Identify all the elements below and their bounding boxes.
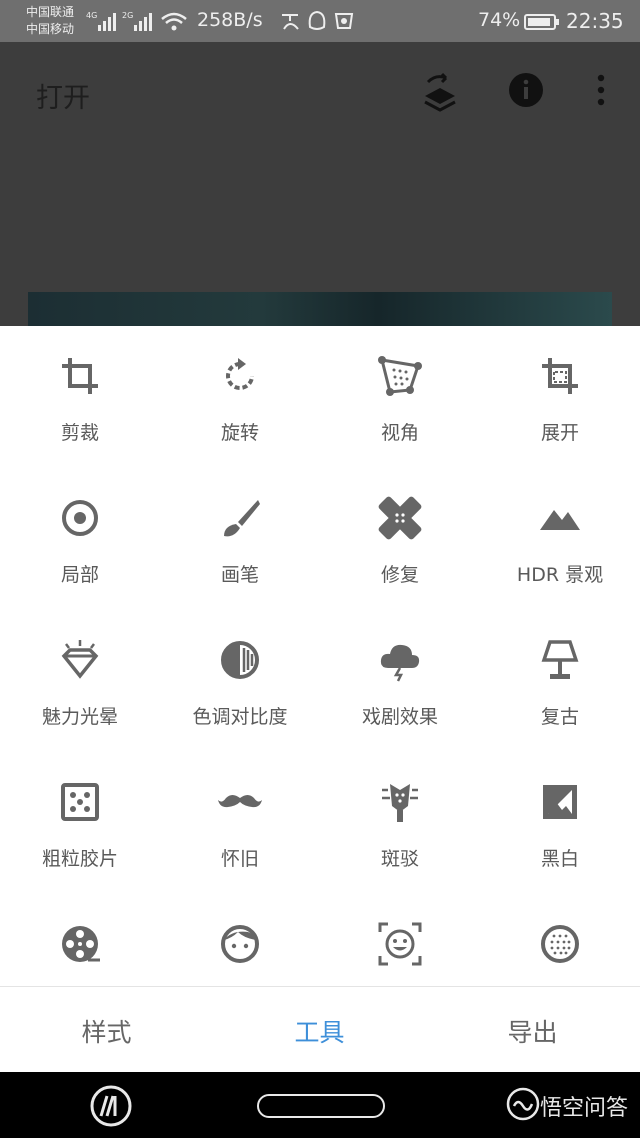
tool-label: 视角 [380, 422, 419, 444]
healing-icon [378, 496, 422, 540]
grunge-guitar-icon [382, 784, 418, 822]
battery-icon [524, 14, 559, 30]
glamour-diamond-icon [61, 640, 99, 679]
app-bar-overlay[interactable]: 打开 [0, 42, 640, 326]
tool-label: 展开 [540, 422, 579, 444]
retrolux-mustache-icon [218, 795, 262, 808]
photo-preview [28, 292, 612, 326]
tool-label: 剪裁 [60, 422, 99, 444]
grainy-film-icon [61, 783, 99, 821]
brush-icon [224, 500, 260, 537]
tool-brush[interactable]: 画笔 [160, 468, 320, 610]
tool-grunge[interactable]: 斑驳 [320, 752, 480, 894]
tool-rotate[interactable]: 旋转 [160, 326, 320, 468]
tool-hdr[interactable]: HDR 景观 [480, 468, 640, 610]
tool-face-pose[interactable] [320, 894, 480, 986]
selective-icon [62, 500, 98, 536]
tool-film[interactable] [0, 894, 160, 986]
tool-drama[interactable]: 戏剧效果 [320, 610, 480, 752]
tools-grid: 剪裁 旋转 视角 展开 局部 画笔 修复 HDR 景观 魅力光晕 色调对比度 戏… [0, 326, 640, 986]
tool-label: 旋转 [220, 422, 259, 444]
crop-icon [62, 358, 98, 394]
carrier-1: 中国联通 [26, 5, 75, 19]
tool-label: 画笔 [220, 564, 259, 586]
tool-label: 粗粒胶片 [41, 848, 118, 870]
tool-label: 黑白 [540, 848, 579, 870]
clock: 22:35 [566, 9, 624, 33]
black-white-icon [543, 785, 577, 819]
tool-label: HDR 景观 [516, 564, 604, 586]
more-vert-icon[interactable] [594, 72, 608, 108]
tool-label: 修复 [380, 564, 419, 586]
notification-icons [282, 10, 354, 30]
tool-tonal-contrast[interactable]: 色调对比度 [160, 610, 320, 752]
tool-label: 色调对比度 [192, 706, 288, 728]
hdr-mountain-icon [540, 510, 580, 530]
tab-styles[interactable]: 样式 [0, 1013, 213, 1049]
open-button[interactable]: 打开 [36, 76, 90, 115]
perspective-icon [378, 356, 422, 396]
bottom-tab-bar: 样式 工具 导出 [0, 986, 640, 1072]
tool-vintage[interactable]: 复古 [480, 610, 640, 752]
system-nav-bar: 悟空问答 [0, 1072, 640, 1138]
carrier-info: 中国联通 中国移动 [26, 4, 74, 38]
film-reel-icon [62, 926, 100, 962]
info-icon[interactable] [508, 72, 544, 108]
tool-black-white[interactable]: 黑白 [480, 752, 640, 894]
tool-lens-blur[interactable] [480, 894, 640, 986]
tool-healing[interactable]: 修复 [320, 468, 480, 610]
tool-label: 斑驳 [380, 848, 419, 870]
battery-percent: 74% [478, 9, 521, 31]
tool-retrolux[interactable]: 怀旧 [160, 752, 320, 894]
carrier-2: 中国移动 [26, 22, 75, 36]
vintage-lamp-icon [541, 640, 579, 679]
rotate-icon [226, 358, 254, 390]
signal-wifi-icons: 4G 2G [86, 11, 187, 31]
tool-label: 怀旧 [220, 848, 259, 870]
watermark-logo-icon [506, 1087, 540, 1121]
layers-undo-icon[interactable] [422, 72, 458, 114]
tool-expand[interactable]: 展开 [480, 326, 640, 468]
tool-selective[interactable]: 局部 [0, 468, 160, 610]
tonal-contrast-icon [221, 641, 259, 679]
drama-cloud-icon [380, 644, 420, 682]
face-icon [221, 925, 259, 963]
tool-label: 复古 [540, 706, 579, 728]
tab-export[interactable]: 导出 [426, 1013, 639, 1049]
tool-crop[interactable]: 剪裁 [0, 326, 160, 468]
expand-icon [542, 358, 578, 394]
watermark-text: 悟空问答 [540, 1096, 629, 1121]
network-speed: 258B/s [197, 9, 263, 31]
tool-label: 戏剧效果 [361, 706, 438, 728]
tool-label: 魅力光晕 [41, 706, 118, 728]
face-frame-icon [378, 922, 422, 966]
dotted-circle-icon [541, 925, 579, 963]
tool-grainy-film[interactable]: 粗粒胶片 [0, 752, 160, 894]
tool-label: 局部 [60, 564, 99, 586]
tool-perspective[interactable]: 视角 [320, 326, 480, 468]
tool-glamour[interactable]: 魅力光晕 [0, 610, 160, 752]
tool-portrait[interactable] [160, 894, 320, 986]
status-bar: 中国联通 中国移动 4G 2G 258B/s 74% 22:35 [0, 0, 640, 42]
svg-text:4G: 4G [86, 11, 97, 20]
svg-text:2G: 2G [122, 11, 133, 20]
tab-tools[interactable]: 工具 [213, 1013, 426, 1049]
assistant-icon[interactable] [89, 1084, 133, 1128]
home-pill[interactable] [257, 1094, 385, 1118]
